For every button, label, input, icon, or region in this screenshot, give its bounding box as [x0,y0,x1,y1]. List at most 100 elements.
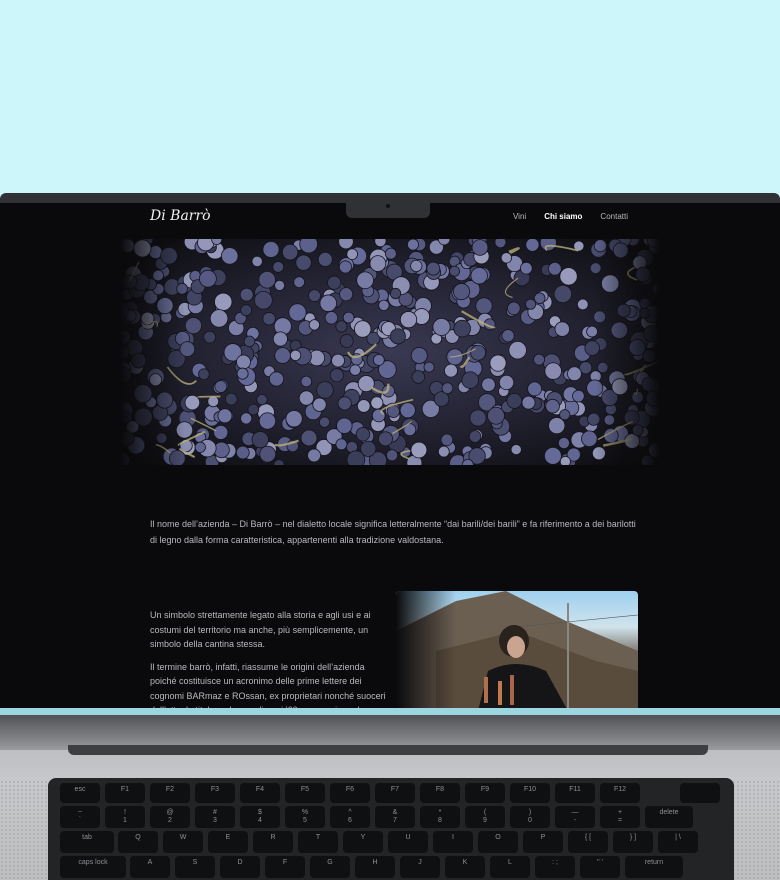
key-5[interactable]: % 5 [285,806,325,828]
key-h[interactable]: H [355,856,395,878]
key-q[interactable]: Q [118,831,158,853]
key-w[interactable]: W [163,831,203,853]
key-tab[interactable]: tab [60,831,114,853]
key-label: : ; [552,859,558,866]
key-i[interactable]: I [433,831,473,853]
key-f9[interactable]: F9 [465,783,505,803]
nav-item-vini[interactable]: Vini [513,212,526,221]
key-label: { [ [584,834,592,841]
key-f4[interactable]: F4 [240,783,280,803]
key-f10[interactable]: F10 [510,783,550,803]
hero-grapes-image [120,239,660,465]
key--[interactable]: " ' [580,856,620,878]
key-7[interactable]: & 7 [375,806,415,828]
camera-notch [346,203,430,218]
key-symbol: $ [258,809,262,816]
key-label: ` [78,817,82,824]
key-| \[interactable]: | \ [658,831,698,853]
site-logo[interactable]: Di Barrò [150,208,211,224]
key-label: 6 [348,817,352,824]
key-r[interactable]: R [253,831,293,853]
key-label: F8 [435,786,445,793]
touch-id-button[interactable] [680,783,720,803]
key-f6[interactable]: F6 [330,783,370,803]
key-6[interactable]: ^ 6 [330,806,370,828]
key-2[interactable]: @2 [150,806,190,828]
key-l[interactable]: L [490,856,530,878]
key-caps-lock[interactable]: caps lock [60,856,126,878]
key-4[interactable]: $4 [240,806,280,828]
key-esc[interactable]: esc [60,783,100,803]
key-{ [[interactable]: { [ [568,831,608,853]
key-f8[interactable]: F8 [420,783,460,803]
key-symbol: + [617,809,623,816]
key-a[interactable]: A [130,856,170,878]
key-label: A [147,859,153,866]
key-f5[interactable]: F5 [285,783,325,803]
key-g[interactable]: G [310,856,350,878]
key-label: esc [74,786,86,793]
key-label: K [462,859,468,866]
site-nav: Vini Chi siamo Contatti [513,212,628,221]
key-f1[interactable]: F1 [105,783,145,803]
key-label: F3 [210,786,220,793]
key-`[interactable]: ~ ` [60,806,100,828]
key-label: 7 [393,817,397,824]
key-o[interactable]: O [478,831,518,853]
intro-paragraph: Il nome dell’azienda – Di Barrò – nel di… [150,519,636,545]
key-label: " ' [597,859,603,866]
key-s[interactable]: S [175,856,215,878]
key-8[interactable]: * 8 [420,806,460,828]
key-label: S [192,859,198,866]
key-label: 5 [303,817,307,824]
key-label: = [617,817,623,824]
winemaker-photo [396,591,638,708]
story-paragraph-1: Un simbolo strettamente legato alla stor… [150,610,371,649]
key-t[interactable]: T [298,831,338,853]
nav-item-contatti[interactable]: Contatti [600,212,628,221]
key-f[interactable]: F [265,856,305,878]
key-k[interactable]: K [445,856,485,878]
key-delete[interactable]: delete [645,806,693,828]
key-1[interactable]: ! 1 [105,806,145,828]
key-e[interactable]: E [208,831,248,853]
key-return[interactable]: return [625,856,683,878]
key-label: G [327,859,333,866]
nav-item-chi-siamo[interactable]: Chi siamo [544,212,582,221]
key-label: F10 [523,786,537,793]
key-label: E [225,834,231,841]
key-label: F [282,859,288,866]
key-f12[interactable]: F12 [600,783,640,803]
key-3[interactable]: #3 [195,806,235,828]
key-label: 2 [168,817,172,824]
key-y[interactable]: Y [343,831,383,853]
key-label: F9 [480,786,490,793]
key-0[interactable]: ) 0 [510,806,550,828]
key-=[interactable]: + = [600,806,640,828]
key-u[interactable]: U [388,831,428,853]
key-} ][interactable]: } ] [613,831,653,853]
key-label: I [452,834,454,841]
key-f3[interactable]: F3 [195,783,235,803]
story-paragraph-2: Il termine barrò, infatti, riassume le o… [150,661,386,709]
key-label: F12 [613,786,627,793]
key-label: H [372,859,378,866]
key--[interactable]: : ; [535,856,575,878]
key--[interactable]: — - [555,806,595,828]
key-label: delete [659,809,679,816]
key-label: 9 [483,817,487,824]
key-f11[interactable]: F11 [555,783,595,803]
story-column: Un simbolo strettamente legato alla stor… [150,608,390,708]
key-label: F11 [569,786,581,793]
key-f2[interactable]: F2 [150,783,190,803]
key-d[interactable]: D [220,856,260,878]
key-label: caps lock [78,859,108,866]
key-label: D [237,859,243,866]
key-symbol: @ [166,809,174,816]
key-p[interactable]: P [523,831,563,853]
key-9[interactable]: (9 [465,806,505,828]
key-symbol: ) [528,809,532,816]
screen-edge [0,708,780,715]
key-f7[interactable]: F7 [375,783,415,803]
key-j[interactable]: J [400,856,440,878]
